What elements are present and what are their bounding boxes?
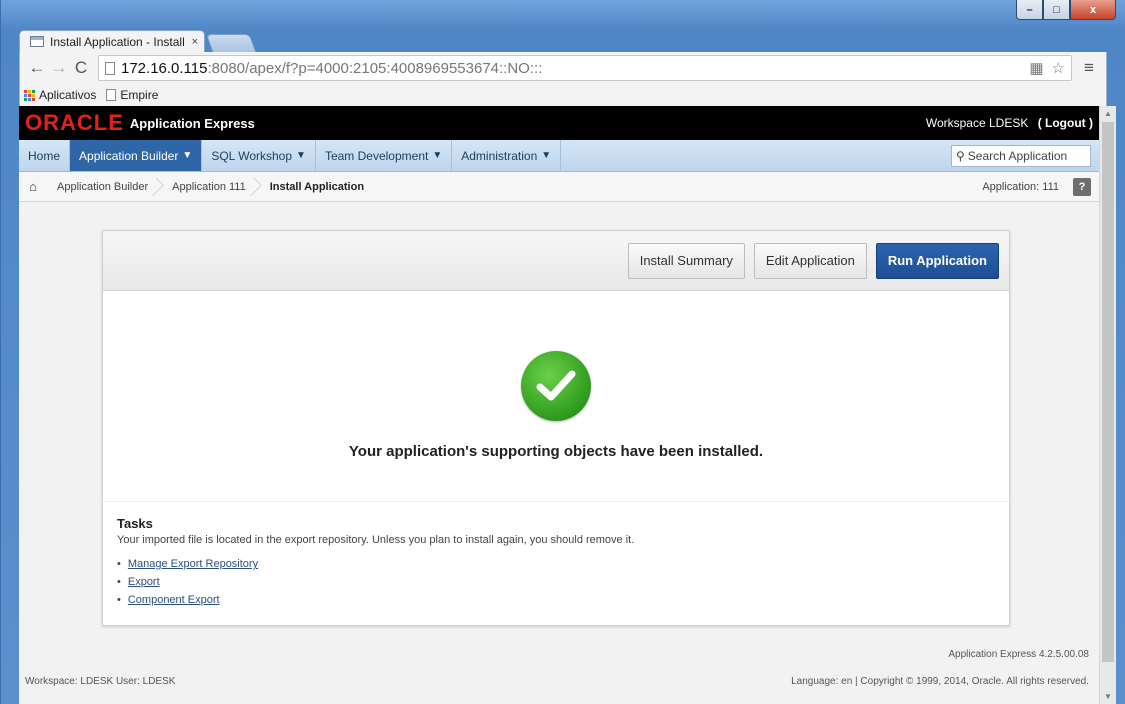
scroll-up-icon[interactable]: ▲ bbox=[1104, 109, 1112, 118]
browser-window: Install Application - Install × – □ x ← … bbox=[0, 0, 1125, 704]
export-link[interactable]: Export bbox=[128, 576, 160, 588]
maximize-button[interactable]: □ bbox=[1043, 0, 1070, 20]
tab-strip: Install Application - Install × – □ x bbox=[1, 0, 1125, 52]
translate-icon[interactable]: ▦ bbox=[1029, 59, 1043, 77]
bookmark-apps[interactable]: Aplicativos bbox=[24, 88, 96, 102]
omnibox-actions: ▦ ☆ bbox=[1029, 59, 1065, 77]
success-message: Your application's supporting objects ha… bbox=[348, 443, 764, 460]
page-content: ORACLE Application Express Workspace LDE… bbox=[19, 106, 1099, 704]
chevron-down-icon: ▼ bbox=[541, 150, 552, 161]
tab-close-icon[interactable]: × bbox=[192, 36, 198, 48]
apps-grid-icon bbox=[24, 89, 35, 101]
search-placeholder: Search Application bbox=[967, 148, 1068, 163]
bookmark-label: Aplicativos bbox=[39, 88, 97, 102]
address-bar[interactable]: 172.16.0.115:8080/apex/f?p=4000:2105:400… bbox=[98, 55, 1072, 81]
application-id-label: Application: 111 bbox=[982, 180, 1059, 193]
nav-administration[interactable]: Administration ▼ bbox=[452, 140, 562, 171]
page-icon bbox=[105, 61, 115, 75]
new-tab-button[interactable] bbox=[205, 34, 257, 52]
browser-tab[interactable]: Install Application - Install × bbox=[19, 30, 205, 52]
footer-copyright: Language: en | Copyright © 1999, 2014, O… bbox=[791, 676, 1089, 687]
url-host: 172.16.0.115 bbox=[121, 59, 208, 77]
bookmark-empire[interactable]: Empire bbox=[106, 88, 158, 102]
chevron-down-icon: ▼ bbox=[182, 150, 193, 161]
tasks-title: Tasks bbox=[117, 516, 153, 531]
nav-label: Team Development bbox=[324, 148, 429, 163]
forward-arrow-icon[interactable]: → bbox=[48, 58, 70, 78]
checkmark-success-icon bbox=[521, 351, 591, 421]
run-application-button[interactable]: Run Application bbox=[875, 242, 999, 279]
apex-version: Application Express 4.2.5.00.08 bbox=[948, 649, 1089, 660]
workspace-label: Workspace LDESK bbox=[925, 116, 1029, 130]
success-panel: Your application's supporting objects ha… bbox=[103, 291, 1009, 501]
list-item: Component Export bbox=[117, 594, 995, 606]
url-path: :8080/apex/f?p=4000:2105:4008969553674::… bbox=[207, 59, 543, 77]
chevron-down-icon: ▼ bbox=[296, 150, 306, 161]
install-result-region: Install Summary Edit Application Run App… bbox=[102, 230, 1010, 626]
browser-toolbar: ← → C 172.16.0.115:8080/apex/f?p=4000:21… bbox=[19, 52, 1107, 106]
browser-menu-icon[interactable]: ≡ bbox=[1078, 58, 1100, 78]
nav-team-development[interactable]: Team Development ▼ bbox=[316, 140, 453, 171]
apex-header: ORACLE Application Express Workspace LDE… bbox=[19, 106, 1099, 140]
search-application-input[interactable]: ⚲ Search Application bbox=[951, 144, 1091, 167]
breadcrumb-application-111[interactable]: Application 111 bbox=[162, 172, 260, 202]
edit-application-button[interactable]: Edit Application bbox=[753, 242, 867, 279]
nav-label: Administration bbox=[461, 148, 538, 163]
reload-icon[interactable]: C bbox=[70, 58, 92, 78]
tasks-section: Tasks Your imported file is located in t… bbox=[103, 501, 1009, 606]
help-button[interactable]: ? bbox=[1073, 177, 1091, 196]
page-scrollbar[interactable]: ▲ ▼ bbox=[1099, 106, 1116, 704]
back-arrow-icon[interactable]: ← bbox=[26, 58, 48, 78]
scroll-down-icon[interactable]: ▼ bbox=[1104, 692, 1112, 701]
breadcrumb: ⌂ Application Builder Application 111 In… bbox=[19, 172, 1099, 202]
footer-user-info: Workspace: LDESK User: LDESK bbox=[25, 676, 176, 687]
bookmark-star-icon[interactable]: ☆ bbox=[1052, 59, 1065, 77]
nav-application-builder[interactable]: Application Builder ▼ bbox=[70, 140, 203, 171]
list-item: Manage Export Repository bbox=[117, 558, 995, 570]
bookmark-label: Empire bbox=[120, 88, 159, 102]
nav-label: Application Builder bbox=[79, 148, 179, 163]
minimize-button[interactable]: – bbox=[1016, 0, 1043, 20]
install-summary-button[interactable]: Install Summary bbox=[627, 242, 745, 279]
tab-title: Install Application - Install bbox=[50, 34, 185, 49]
oracle-logo[interactable]: ORACLE bbox=[25, 110, 124, 136]
breadcrumb-application-builder[interactable]: Application Builder bbox=[47, 172, 162, 202]
product-title: Application Express bbox=[129, 115, 255, 131]
close-window-button[interactable]: x bbox=[1070, 0, 1116, 20]
nav-sql-workshop[interactable]: SQL Workshop ▼ bbox=[202, 140, 316, 171]
tasks-description: Your imported file is located in the exp… bbox=[117, 534, 635, 546]
address-row: ← → C 172.16.0.115:8080/apex/f?p=4000:21… bbox=[20, 52, 1106, 84]
document-icon bbox=[106, 89, 117, 101]
component-export-link[interactable]: Component Export bbox=[128, 594, 220, 606]
home-icon[interactable]: ⌂ bbox=[19, 179, 47, 194]
tasks-links: Manage Export Repository Export Componen… bbox=[117, 558, 995, 606]
search-icon: ⚲ bbox=[956, 148, 965, 163]
main-nav: Home Application Builder ▼ SQL Workshop ▼ … bbox=[19, 140, 1099, 172]
region-button-bar: Install Summary Edit Application Run App… bbox=[103, 231, 1009, 291]
breadcrumb-current: Install Application bbox=[269, 180, 365, 193]
logout-link[interactable]: ( Logout ) bbox=[1038, 116, 1093, 130]
list-item: Export bbox=[117, 576, 995, 588]
bookmarks-bar: Aplicativos Empire bbox=[20, 84, 1106, 106]
nav-label: SQL Workshop bbox=[211, 148, 293, 163]
scrollbar-thumb[interactable] bbox=[1102, 122, 1114, 662]
page-favicon-icon bbox=[30, 36, 44, 47]
window-controls: – □ x bbox=[1016, 0, 1116, 20]
nav-home[interactable]: Home bbox=[19, 140, 71, 171]
nav-label: Home bbox=[28, 148, 61, 163]
manage-export-repository-link[interactable]: Manage Export Repository bbox=[128, 558, 258, 570]
workspace-info: Workspace LDESK ( Logout ) bbox=[926, 116, 1093, 130]
chevron-down-icon: ▼ bbox=[432, 150, 443, 161]
